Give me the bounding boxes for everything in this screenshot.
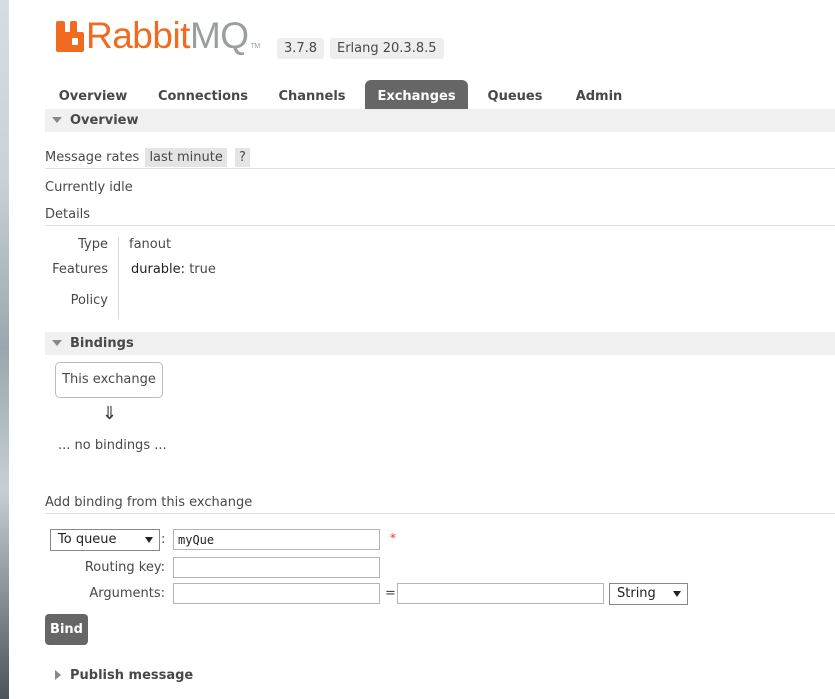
version-badge: 3.7.8 xyxy=(277,38,325,59)
rabbitmq-logo-icon xyxy=(56,21,84,52)
help-button[interactable]: ? xyxy=(235,148,250,167)
collapse-triangle-icon xyxy=(52,117,62,123)
left-window-edge xyxy=(0,0,9,699)
colon-label: : xyxy=(161,532,166,547)
message-rates-label: Message rates xyxy=(45,150,140,165)
collapse-triangle-icon xyxy=(52,340,62,346)
destination-input[interactable] xyxy=(173,529,380,550)
logo-wordmark: RabbitMQ TM xyxy=(86,14,260,69)
routing-key-label: Routing key: xyxy=(84,560,165,575)
publish-message-toggle[interactable]: Publish message xyxy=(45,664,345,687)
routing-key-input[interactable] xyxy=(173,557,380,578)
argument-value-input[interactable] xyxy=(397,583,604,604)
divider xyxy=(45,168,835,169)
rate-period-selector[interactable]: last minute xyxy=(145,148,227,167)
required-marker: * xyxy=(390,531,396,545)
argument-type-select[interactable]: String xyxy=(609,583,688,605)
logo-rabbit-text: Rabbit xyxy=(86,15,190,56)
destination-type-select[interactable]: To queue xyxy=(50,529,160,551)
divider xyxy=(45,225,835,226)
arguments-label: Arguments: xyxy=(89,586,165,601)
features-value: durable: true xyxy=(131,262,216,277)
features-durable-value: true xyxy=(189,262,216,277)
add-binding-title: Add binding from this exchange xyxy=(45,495,253,510)
details-label: Details xyxy=(45,207,91,222)
overview-section-toggle[interactable]: Overview xyxy=(45,109,835,132)
details-separator xyxy=(118,237,119,319)
type-value: fanout xyxy=(129,237,172,252)
divider xyxy=(45,513,835,514)
argument-type-value: String xyxy=(617,586,656,601)
publish-message-title: Publish message xyxy=(70,668,194,683)
features-label: Features xyxy=(52,262,108,277)
message-rates-row: Message rates last minute ? xyxy=(45,148,250,167)
bindings-section-toggle[interactable]: Bindings xyxy=(45,332,835,355)
no-bindings-text: ... no bindings ... xyxy=(58,438,167,453)
overview-section-title: Overview xyxy=(70,113,139,128)
logo-tm-text: TM xyxy=(250,43,261,50)
expand-triangle-icon xyxy=(55,670,61,680)
dropdown-arrow-icon xyxy=(673,591,681,597)
logo-mq-text: MQ xyxy=(189,15,249,56)
bindings-section-title: Bindings xyxy=(70,336,134,351)
erlang-version-badge: Erlang 20.3.8.5 xyxy=(330,38,444,59)
down-arrow-icon: ⇓ xyxy=(102,403,118,424)
dropdown-arrow-icon xyxy=(145,537,153,543)
argument-key-input[interactable] xyxy=(173,583,380,604)
bind-button[interactable]: Bind xyxy=(45,614,88,645)
type-label: Type xyxy=(78,237,108,252)
destination-type-value: To queue xyxy=(58,532,117,547)
features-key: durable: xyxy=(131,262,186,277)
this-exchange-box: This exchange xyxy=(55,362,163,398)
policy-label: Policy xyxy=(70,293,108,308)
equals-sign: = xyxy=(385,586,396,601)
status-text: Currently idle xyxy=(45,180,133,195)
